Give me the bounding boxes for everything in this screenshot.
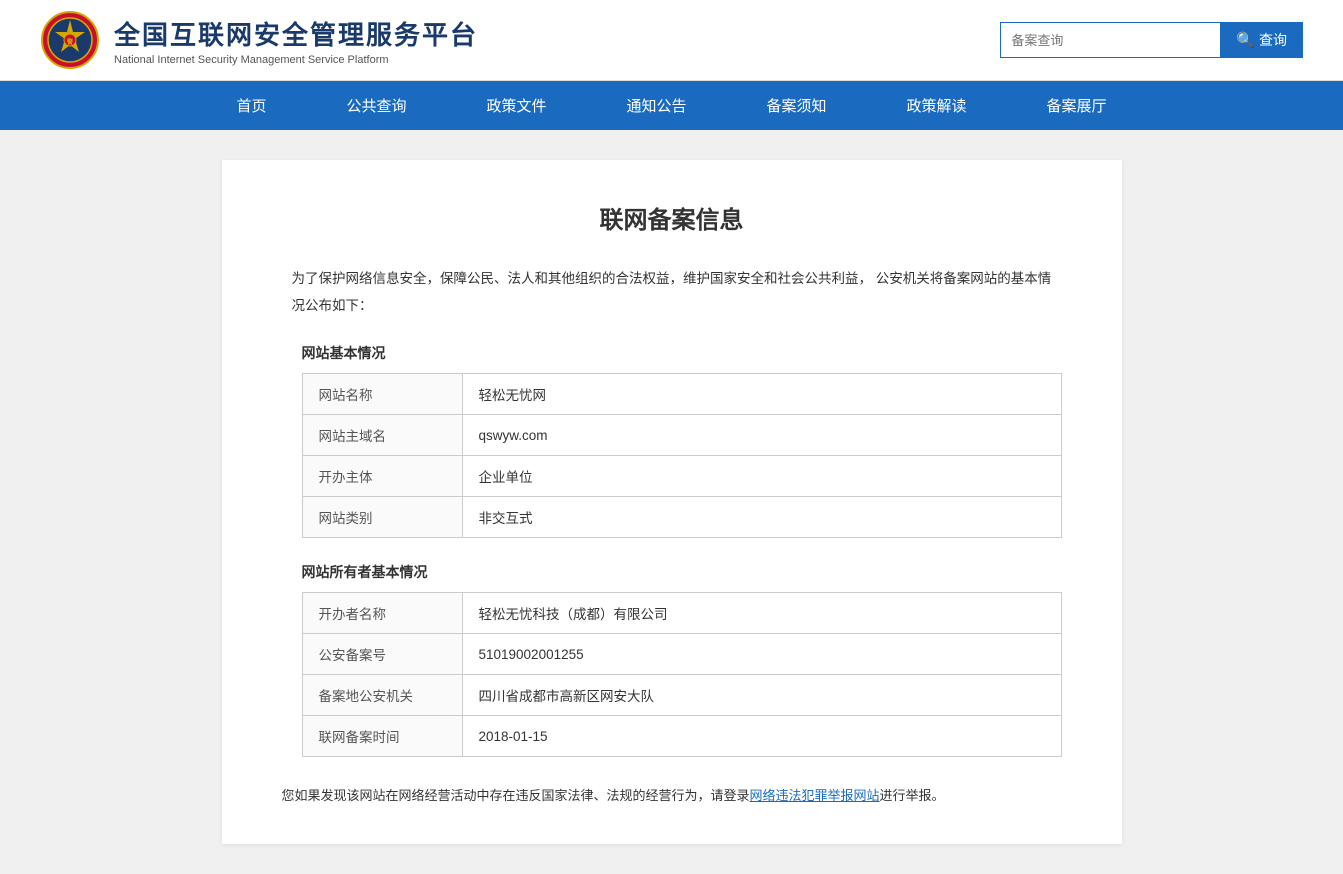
- value-website-category: 非交互式: [462, 497, 1061, 538]
- search-area: 🔍 查询: [1000, 22, 1303, 58]
- search-button-label: 查询: [1259, 30, 1287, 50]
- value-domain: qswyw.com: [462, 415, 1061, 456]
- svg-text:警: 警: [66, 38, 73, 46]
- nav-item-policy-interp[interactable]: 政策解读: [867, 81, 1007, 130]
- nav-item-policy-docs[interactable]: 政策文件: [446, 81, 586, 130]
- table-row: 备案地公安机关 四川省成都市高新区网安大队: [302, 675, 1061, 716]
- footer-note-pre: 您如果发现该网站在网络经营活动中存在违反国家法律、法规的经营行为，请登录: [282, 788, 750, 803]
- label-operator-type: 开办主体: [302, 456, 462, 497]
- value-website-name: 轻松无忧网: [462, 374, 1061, 415]
- nav-item-public-query[interactable]: 公共查询: [306, 81, 446, 130]
- nav-item-filing-hall[interactable]: 备案展厅: [1007, 81, 1147, 130]
- label-domain: 网站主域名: [302, 415, 462, 456]
- website-info-table: 网站名称 轻松无忧网 网站主域名 qswyw.com 开办主体 企业单位 网站类…: [302, 373, 1062, 538]
- label-police-bureau: 备案地公安机关: [302, 675, 462, 716]
- nav-item-filing-guide[interactable]: 备案须知: [727, 81, 867, 130]
- search-icon: 🔍: [1236, 31, 1255, 49]
- page-title: 联网备案信息: [282, 200, 1062, 235]
- search-button[interactable]: 🔍 查询: [1220, 22, 1303, 58]
- section2-title: 网站所有者基本情况: [282, 562, 1062, 582]
- main-content: 联网备案信息 为了保护网络信息安全，保障公民、法人和其他组织的合法权益，维护国家…: [222, 160, 1122, 844]
- owner-info-table: 开办者名称 轻松无忧科技（成都）有限公司 公安备案号 5101900200125…: [302, 592, 1062, 757]
- table-row: 开办主体 企业单位: [302, 456, 1061, 497]
- table-row: 网站名称 轻松无忧网: [302, 374, 1061, 415]
- table-row: 公安备案号 51019002001255: [302, 634, 1061, 675]
- value-operator-type: 企业单位: [462, 456, 1061, 497]
- footer-note-post: 进行举报。: [880, 788, 945, 803]
- value-owner-name: 轻松无忧科技（成都）有限公司: [462, 593, 1061, 634]
- table-row: 网站主域名 qswyw.com: [302, 415, 1061, 456]
- logo-subtitle: National Internet Security Management Se…: [114, 54, 478, 66]
- label-police-filing-no: 公安备案号: [302, 634, 462, 675]
- value-police-filing-no: 51019002001255: [462, 634, 1061, 675]
- logo-text-block: 全国互联网安全管理服务平台 National Internet Security…: [114, 15, 478, 66]
- police-badge-icon: 警: [40, 10, 100, 70]
- footer-note: 您如果发现该网站在网络经营活动中存在违反国家法律、法规的经营行为，请登录网络违法…: [282, 781, 1062, 804]
- label-website-category: 网站类别: [302, 497, 462, 538]
- logo-title: 全国互联网安全管理服务平台: [114, 15, 478, 52]
- nav-bar: 首页 公共查询 政策文件 通知公告 备案须知 政策解读 备案展厅: [0, 81, 1343, 130]
- nav-item-home[interactable]: 首页: [196, 81, 306, 130]
- nav-item-notices[interactable]: 通知公告: [586, 81, 726, 130]
- logo-area: 警 全国互联网安全管理服务平台 National Internet Securi…: [40, 10, 478, 70]
- header: 警 全国互联网安全管理服务平台 National Internet Securi…: [0, 0, 1343, 81]
- section1-title: 网站基本情况: [282, 343, 1062, 363]
- table-row: 开办者名称 轻松无忧科技（成都）有限公司: [302, 593, 1061, 634]
- search-input[interactable]: [1000, 22, 1220, 58]
- label-website-name: 网站名称: [302, 374, 462, 415]
- label-owner-name: 开办者名称: [302, 593, 462, 634]
- intro-text: 为了保护网络信息安全，保障公民、法人和其他组织的合法权益，维护国家安全和社会公共…: [282, 265, 1062, 319]
- table-row: 网站类别 非交互式: [302, 497, 1061, 538]
- footer-note-link[interactable]: 网络违法犯罪举报网站: [750, 788, 880, 803]
- label-filing-date: 联网备案时间: [302, 716, 462, 757]
- value-police-bureau: 四川省成都市高新区网安大队: [462, 675, 1061, 716]
- value-filing-date: 2018-01-15: [462, 716, 1061, 757]
- table-row: 联网备案时间 2018-01-15: [302, 716, 1061, 757]
